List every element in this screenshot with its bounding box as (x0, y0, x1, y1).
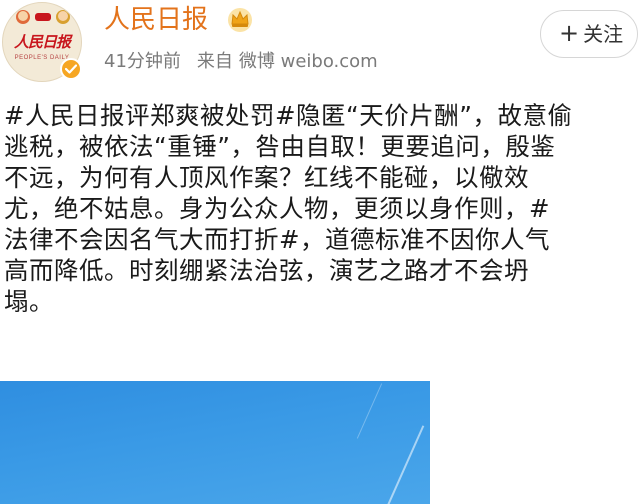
source-app[interactable]: 微博 weibo.com (239, 51, 378, 72)
avatar-logo: 人民日报 (13, 33, 71, 51)
post-text-line: #人民日报评郑爽被处罚#隐匿“天价片酬”，故意偷 (4, 101, 573, 130)
crown-icon[interactable] (226, 6, 254, 32)
mascot-icon (16, 10, 70, 24)
post-text-line: 塌。 (4, 287, 54, 316)
verified-check-icon (60, 58, 82, 80)
follow-button[interactable]: + 关注 (540, 10, 638, 58)
image-streak (377, 425, 425, 504)
follow-label: 关注 (583, 22, 624, 46)
user-name[interactable]: 人民日报 (104, 4, 208, 36)
source-label: 来自 (196, 51, 233, 72)
post-text-line: 尤，绝不姑息。身为公众人物，更须以身作则，# (4, 194, 551, 223)
post-text-line: 逃税，被依法“重锤”，咎由自取！更要追问，殷鉴 (4, 132, 556, 161)
post-text: #人民日报评郑爽被处罚#隐匿“天价片酬”，故意偷 逃税，被依法“重锤”，咎由自取… (4, 100, 636, 317)
post-text-line: 不远，为何有人顶风作案？红线不能碰，以儆效 (4, 163, 529, 192)
plus-icon: + (559, 19, 580, 47)
post-text-line: 高而降低。时刻绷紧法治弦，演艺之路才不会坍 (4, 256, 529, 285)
post-image[interactable] (0, 381, 430, 504)
post-meta: 41分钟前 来自 微博 weibo.com (104, 50, 394, 74)
post-text-line: 法律不会因名气大而打折#，道德标准不因你人气 (4, 225, 551, 254)
weibo-post: 人民日报 PEOPLE'S DAILY 人民日报 41分钟前 来自 微博 weibo… (0, 0, 640, 504)
image-streak (356, 383, 383, 439)
post-time[interactable]: 41分钟前 (104, 51, 181, 72)
